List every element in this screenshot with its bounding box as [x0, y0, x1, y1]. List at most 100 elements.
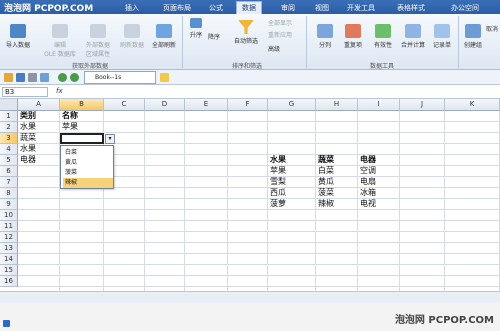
cell-h6[interactable]: 白菜	[318, 166, 334, 176]
sort-descending-button[interactable]: 降序	[204, 32, 224, 41]
active-cell-b3[interactable]	[60, 133, 104, 144]
column-header-j[interactable]: J	[400, 99, 445, 111]
column-header-k[interactable]: K	[445, 99, 500, 111]
column-header-g[interactable]: G	[268, 99, 316, 111]
consolidate-button[interactable]: 合并计算	[398, 24, 428, 49]
dropdown-option[interactable]: 辣椒	[63, 178, 113, 188]
tab-table-style[interactable]: 表格样式	[392, 2, 430, 14]
validation-dropdown-list[interactable]: 白菜 黄瓜 菠菜 辣椒	[60, 145, 114, 189]
cell-i9[interactable]: 电视	[360, 199, 376, 209]
spreadsheet-grid[interactable]: A B C D E F G H I J K 1 2 3 4 5 6 7 8 9 10 11 12 13 14 15 16 ▾ 类别 名称水…	[0, 99, 500, 291]
column-header-c[interactable]: C	[104, 99, 145, 111]
cell-h5[interactable]: 蔬菜	[318, 155, 334, 165]
record-form-button[interactable]: 记录单	[428, 24, 456, 49]
tab-developer[interactable]: 开发工具	[342, 2, 380, 14]
save-icon[interactable]	[16, 73, 25, 82]
cell-i8[interactable]: 冰箱	[360, 188, 376, 198]
row-header-10[interactable]: 10	[0, 210, 18, 221]
cell-a3[interactable]: 蔬菜	[20, 133, 36, 143]
dropdown-option[interactable]: 菠菜	[63, 168, 113, 178]
row-header-2[interactable]: 2	[0, 122, 18, 133]
ungroup-button[interactable]: 取消	[484, 24, 500, 33]
menu-bar: 泡泡网 PCPOP.COM 插入 页面布局 公式 数据 审阅 视图 开发工具 表…	[0, 0, 500, 14]
column-header-e[interactable]: E	[185, 99, 228, 111]
cell-i7[interactable]: 电扇	[360, 177, 376, 187]
fx-icon[interactable]: fx	[56, 87, 63, 95]
dropdown-arrow-icon[interactable]: ▾	[105, 134, 115, 144]
row-header-4[interactable]: 4	[0, 144, 18, 155]
row-header-1[interactable]: 1	[0, 111, 18, 122]
sort-ascending-button[interactable]: 升序	[186, 18, 206, 39]
dropdown-option[interactable]: 白菜	[63, 148, 113, 158]
cell-h9[interactable]: 辣椒	[318, 199, 334, 209]
text-to-columns-button[interactable]: 分列	[312, 24, 338, 49]
row-header-9[interactable]: 9	[0, 199, 18, 210]
document-tab[interactable]: Book--1s	[84, 71, 156, 84]
row-header-15[interactable]: 15	[0, 265, 18, 276]
filter-icon	[238, 20, 254, 34]
cell-a2[interactable]: 水果	[20, 122, 36, 132]
cell-g5[interactable]: 水果	[270, 155, 286, 165]
cell-g8[interactable]: 西瓜	[270, 188, 286, 198]
gridline	[18, 253, 500, 254]
cell-g6[interactable]: 苹果	[270, 166, 286, 176]
tab-data[interactable]: 数据	[236, 1, 262, 14]
cell-g7[interactable]: 雪梨	[270, 177, 286, 187]
redo-icon[interactable]	[70, 73, 79, 82]
undo-icon[interactable]	[58, 73, 67, 82]
cell-g9[interactable]: 菠萝	[270, 199, 286, 209]
cell-a1[interactable]: 类别	[20, 111, 36, 121]
cell-i6[interactable]: 空调	[360, 166, 376, 176]
refresh-data-button[interactable]: 刷新数据	[116, 24, 148, 49]
cell-i5[interactable]: 电器	[360, 155, 376, 165]
column-header-i[interactable]: I	[358, 99, 400, 111]
cell-a4[interactable]: 水果	[20, 144, 36, 154]
column-header-f[interactable]: F	[228, 99, 268, 111]
import-data-button[interactable]: 导入数据	[2, 24, 34, 49]
tab-formula[interactable]: 公式	[204, 2, 228, 14]
autofilter-button[interactable]: 自动筛选	[228, 20, 264, 45]
create-group-button[interactable]: 创建组	[460, 24, 486, 49]
row-header-8[interactable]: 8	[0, 188, 18, 199]
select-all-corner[interactable]	[0, 99, 18, 111]
row-header-16[interactable]: 16	[0, 276, 18, 287]
reapply-button[interactable]: 重新应用	[268, 30, 292, 39]
row-header-3[interactable]: 3	[0, 133, 18, 144]
cell-a5[interactable]: 电器	[20, 155, 36, 165]
print-icon[interactable]	[28, 73, 37, 82]
cell-h8[interactable]: 菠菜	[318, 188, 334, 198]
row-header-13[interactable]: 13	[0, 243, 18, 254]
edit-ole-db-button[interactable]: 编辑 OLE 数据库	[42, 24, 78, 58]
row-header-7[interactable]: 7	[0, 177, 18, 188]
cell-b1[interactable]: 名称	[62, 111, 78, 121]
tab-insert[interactable]: 插入	[120, 2, 144, 14]
open-folder-icon[interactable]	[4, 73, 13, 82]
refresh-all-label: 全部刷新	[151, 42, 176, 49]
column-header-a[interactable]: A	[18, 99, 60, 111]
tab-view[interactable]: 视图	[310, 2, 334, 14]
name-box[interactable]: B3	[2, 87, 48, 97]
dropdown-option[interactable]: 黄瓜	[63, 158, 113, 168]
column-header-b[interactable]: B	[60, 99, 104, 111]
new-tab-icon[interactable]	[160, 73, 169, 82]
print-preview-icon[interactable]	[40, 73, 49, 82]
tab-review[interactable]: 审阅	[276, 2, 300, 14]
cell-b2[interactable]: 苹果	[62, 122, 78, 132]
row-header-5[interactable]: 5	[0, 155, 18, 166]
row-header-6[interactable]: 6	[0, 166, 18, 177]
row-header-11[interactable]: 11	[0, 221, 18, 232]
row-header-14[interactable]: 14	[0, 254, 18, 265]
refresh-all-button[interactable]: 全部刷新	[148, 24, 180, 49]
show-all-button[interactable]: 全部显示	[268, 18, 292, 27]
column-header-h[interactable]: H	[316, 99, 358, 111]
gridline	[18, 242, 500, 243]
duplicates-button[interactable]: 重复项	[338, 24, 368, 49]
external-data-properties-button[interactable]: 外部数据 区域属性	[80, 24, 116, 58]
row-header-12[interactable]: 12	[0, 232, 18, 243]
column-header-d[interactable]: D	[145, 99, 185, 111]
tab-page-layout[interactable]: 页面布局	[158, 2, 196, 14]
tab-office-space[interactable]: 办公空间	[446, 2, 484, 14]
advanced-filter-button[interactable]: 高级	[268, 44, 280, 53]
validity-button[interactable]: 有效性	[368, 24, 398, 49]
cell-h7[interactable]: 黄瓜	[318, 177, 334, 187]
